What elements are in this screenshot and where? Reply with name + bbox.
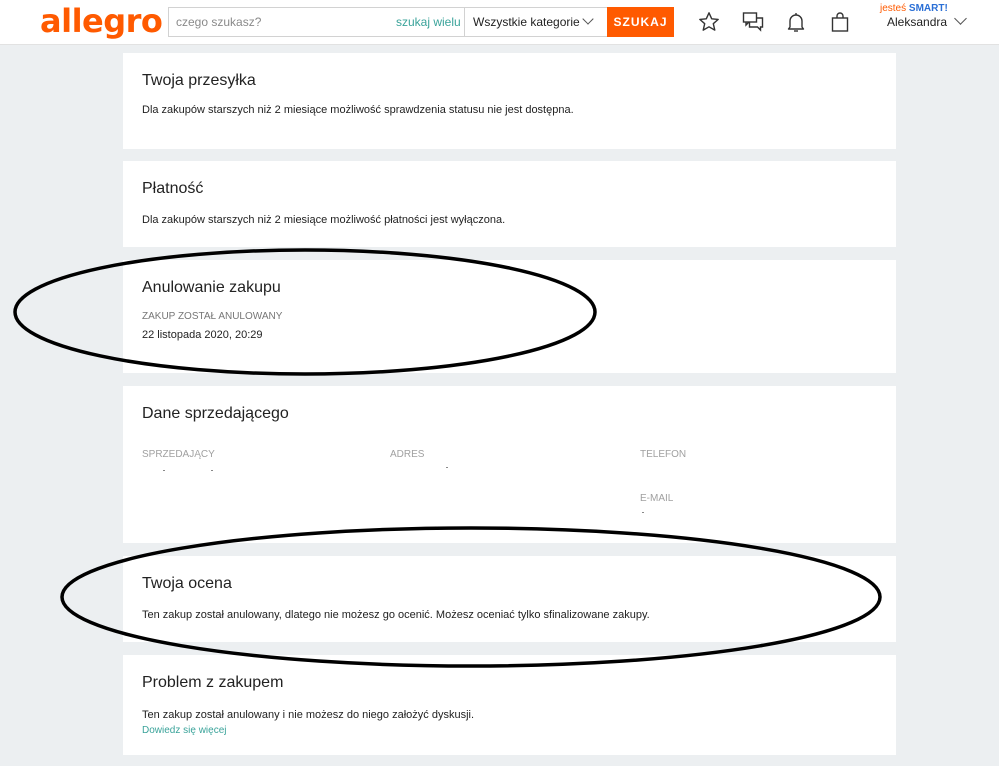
email-label: E-MAIL: [640, 493, 674, 504]
user-name[interactable]: Aleksandra: [887, 15, 947, 29]
redacted-mark: [211, 470, 213, 471]
problem-card: Problem z zakupem Ten zakup został anulo…: [123, 655, 896, 755]
bell-icon[interactable]: [784, 10, 808, 34]
shipment-text: Dla zakupów starszych niż 2 miesiące moż…: [142, 104, 574, 116]
redacted-mark: [163, 470, 165, 471]
smart-badge[interactable]: jesteś SMART!: [880, 3, 948, 14]
payment-text: Dla zakupów starszych niż 2 miesiące moż…: [142, 214, 506, 226]
problem-text: Ten zakup został anulowany i nie możesz …: [142, 709, 475, 721]
chat-icon[interactable]: [741, 10, 765, 34]
seller-title: Dane sprzedającego: [142, 405, 289, 422]
rating-title: Twoja ocena: [142, 575, 232, 592]
search-button[interactable]: SZUKAJ: [607, 7, 674, 37]
cancellation-card: Anulowanie zakupu ZAKUP ZOSTAŁ ANULOWANY…: [123, 260, 896, 373]
bag-icon[interactable]: [828, 10, 852, 34]
cancellation-title: Anulowanie zakupu: [142, 279, 281, 296]
star-icon[interactable]: [697, 10, 721, 34]
phone-label: TELEFON: [640, 449, 687, 460]
allegro-logo[interactable]: allegro: [40, 2, 163, 40]
rating-card: Twoja ocena Ten zakup został anulowany, …: [123, 556, 896, 642]
chevron-down-icon: [582, 13, 594, 25]
learn-more-link[interactable]: Dowiedz się więcej: [142, 725, 226, 736]
seller-label: SPRZEDAJĄCY: [142, 449, 215, 460]
top-header: allegro szukaj wielu Wszystkie kategorie…: [0, 0, 999, 45]
cancellation-date: 22 listopada 2020, 20:29: [142, 329, 263, 341]
address-label: ADRES: [390, 449, 425, 460]
shipment-title: Twoja przesyłka: [142, 72, 256, 89]
category-label: Wszystkie kategorie: [473, 15, 580, 29]
category-select[interactable]: Wszystkie kategorie: [465, 8, 606, 36]
payment-card: Płatność Dla zakupów starszych niż 2 mie…: [123, 161, 896, 247]
shipment-card: Twoja przesyłka Dla zakupów starszych ni…: [123, 53, 896, 149]
seller-card: Dane sprzedającego SPRZEDAJĄCY ADRES TEL…: [123, 386, 896, 543]
smart-label: SMART!: [908, 3, 948, 14]
redacted-mark: [446, 467, 448, 468]
redacted-mark: [642, 512, 644, 513]
cancellation-status: ZAKUP ZOSTAŁ ANULOWANY: [142, 311, 283, 322]
payment-title: Płatność: [142, 180, 204, 197]
search-bar: szukaj wielu Wszystkie kategorie SZUKAJ: [168, 7, 674, 37]
chevron-down-icon[interactable]: [954, 12, 967, 25]
rating-text: Ten zakup został anulowany, dlatego nie …: [142, 609, 650, 621]
problem-title: Problem z zakupem: [142, 674, 284, 691]
search-many-link[interactable]: szukaj wielu: [396, 15, 461, 29]
smart-prefix: jesteś: [880, 3, 907, 14]
